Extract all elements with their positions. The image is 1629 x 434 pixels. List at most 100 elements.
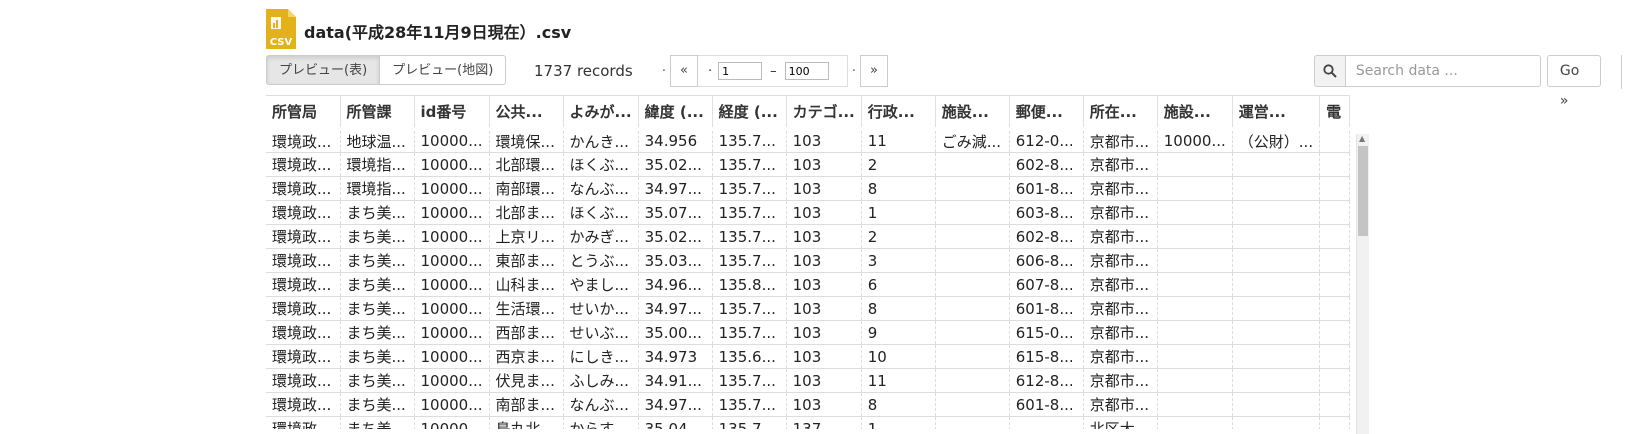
table-cell: 135.7... — [712, 152, 787, 177]
table-cell: 10000... — [414, 344, 490, 369]
pager-to-input[interactable] — [784, 62, 829, 80]
table-cell — [935, 296, 1010, 321]
table-cell: 34.97... — [638, 392, 713, 417]
column-header[interactable]: 電 — [1319, 95, 1351, 129]
column-header[interactable]: よみが... — [563, 95, 639, 129]
table-cell — [1319, 176, 1351, 201]
table-cell: 8 — [861, 392, 936, 417]
table-row[interactable]: 環境政... まち美... 10000... 北部ま... ほくぶ... 35.07...… — [266, 200, 1351, 225]
column-header[interactable]: 緯度 (... — [638, 95, 713, 129]
table-cell: 135.8... — [712, 272, 787, 297]
table-row[interactable]: 環境政... 環境指... 10000... 南部環... なんぶ... 34.97...… — [266, 176, 1351, 201]
table-cell — [1232, 272, 1321, 297]
table-cell: 10000... — [414, 296, 490, 321]
pager-dash: – — [770, 63, 777, 79]
column-header[interactable]: 所在... — [1083, 95, 1158, 129]
table-cell: 2 — [861, 152, 936, 177]
record-count: 1737 records — [534, 62, 633, 80]
table-row[interactable]: 環境政... 地球温... 10000... 環境保... かんき... 34.956 13… — [266, 126, 1351, 153]
table-row[interactable]: 環境政... まち美... 10000... 山科ま... やまし... 34.96...… — [266, 272, 1351, 297]
table-row[interactable]: 環境政... まち美... 10000... 南部ま... なんぶ... 34.97...… — [266, 392, 1351, 417]
table-cell — [935, 344, 1010, 369]
table-cell: 606-8... — [1009, 248, 1084, 273]
scroll-thumb[interactable] — [1358, 146, 1368, 236]
table-row[interactable]: 環境政... まち美... 10000... 上京リ... かみぎ... 35.02...… — [266, 224, 1351, 249]
table-row[interactable]: 環境政... まち美... 10000... 伏見ま... ふしみ... 34.91...… — [266, 368, 1351, 393]
table-row[interactable]: 環境政... まち美... 10000... 鳥丸北... からす... 35.04...… — [266, 416, 1351, 429]
table-cell: 3 — [861, 248, 936, 273]
table-cell: 10000... — [414, 126, 490, 153]
table-cell — [935, 368, 1010, 393]
table-cell: 環境政... — [266, 296, 341, 321]
preview-table-button[interactable]: プレビュー(表) — [266, 55, 381, 85]
data-table: 所管局 所管課 id番号 公共... よみが... 緯度 (... 経度 (... カテゴ..… — [266, 95, 1351, 429]
table-row[interactable]: 環境政... まち美... 10000... 西京ま... にしき... 34.973 13… — [266, 344, 1351, 369]
table-cell — [1319, 272, 1351, 297]
table-cell: まち美... — [340, 248, 415, 273]
table-cell — [1319, 200, 1351, 225]
table-row[interactable]: 環境政... まち美... 10000... 東部ま... とうぶ... 35.03...… — [266, 248, 1351, 273]
column-header[interactable]: 公共... — [489, 95, 564, 129]
column-header[interactable]: 行政... — [861, 95, 936, 129]
table-cell: 607-8... — [1009, 272, 1084, 297]
table-cell: 6 — [861, 272, 936, 297]
table-cell — [1319, 126, 1351, 153]
table-cell: 103 — [786, 152, 862, 177]
column-header[interactable]: 運営... — [1232, 95, 1321, 129]
column-header[interactable]: 所管課 — [340, 95, 415, 129]
table-cell: 京都市... — [1083, 296, 1158, 321]
pager-first-button[interactable]: « — [670, 55, 698, 87]
table-cell — [1319, 320, 1351, 345]
table-cell: 10000... — [414, 248, 490, 273]
column-header[interactable]: 施設... — [935, 95, 1010, 129]
table-cell: 10000... — [414, 224, 490, 249]
table-cell: 135.7... — [712, 176, 787, 201]
search-icon[interactable] — [1314, 55, 1346, 87]
preview-map-button[interactable]: プレビュー(地図) — [380, 55, 507, 85]
table-row[interactable]: 環境政... まち美... 10000... 生活環... せいか... 34.97...… — [266, 296, 1351, 321]
table-cell: 603-8... — [1009, 200, 1084, 225]
table-cell: 135.7... — [712, 296, 787, 321]
table-cell: 601-8... — [1009, 296, 1084, 321]
search-input[interactable] — [1345, 55, 1541, 87]
table-cell: なんぶ... — [563, 392, 639, 417]
file-header: CSV data(平成28年11月9日現在）.csv — [266, 8, 571, 50]
table-cell: ごみ減... — [935, 126, 1010, 153]
table-cell: 10000... — [414, 272, 490, 297]
column-header[interactable]: 所管局 — [266, 95, 341, 129]
table-cell: 8 — [861, 296, 936, 321]
table-cell — [1157, 320, 1233, 345]
pager-from-input[interactable] — [718, 62, 763, 80]
table-cell: ふしみ... — [563, 368, 639, 393]
table-cell — [1157, 344, 1233, 369]
scroll-up-icon[interactable]: ▲ — [1359, 134, 1365, 143]
table-cell: 135.7... — [712, 248, 787, 273]
toolbar-divider — [1621, 55, 1622, 89]
vertical-scrollbar[interactable]: ▲ — [1356, 134, 1369, 434]
column-header[interactable]: 施設... — [1157, 95, 1233, 129]
table-cell: 京都市... — [1083, 200, 1158, 225]
table-cell: 35.04... — [638, 416, 713, 429]
table-row[interactable]: 環境政... 環境指... 10000... 北部環... ほくぶ... 35.02...… — [266, 152, 1351, 177]
table-cell: 135.7... — [712, 416, 787, 429]
table-cell: 環境政... — [266, 320, 341, 345]
column-header[interactable]: 経度 (... — [712, 95, 787, 129]
table-cell: 北区大... — [1083, 416, 1158, 429]
table-cell: 10000... — [414, 200, 490, 225]
table-cell: 601-8... — [1009, 392, 1084, 417]
table-cell: 34.956 — [638, 126, 713, 153]
table-cell: 103 — [786, 320, 862, 345]
table-cell: 11 — [861, 126, 936, 153]
view-toggle: プレビュー(表) プレビュー(地図) — [266, 55, 507, 85]
table-cell: ほくぶ... — [563, 152, 639, 177]
pager-last-button[interactable]: » — [860, 55, 888, 87]
table-cell — [1232, 296, 1321, 321]
column-header[interactable]: 郵便... — [1009, 95, 1084, 129]
table-row[interactable]: 環境政... まち美... 10000... 西部ま... せいぶ... 35.00...… — [266, 320, 1351, 345]
column-header[interactable]: カテゴ... — [786, 95, 862, 129]
table-cell: まち美... — [340, 320, 415, 345]
column-header[interactable]: id番号 — [414, 95, 490, 129]
csv-file-icon: CSV — [266, 9, 296, 49]
table-cell: 103 — [786, 344, 862, 369]
go-button[interactable]: Go » — [1546, 55, 1602, 109]
